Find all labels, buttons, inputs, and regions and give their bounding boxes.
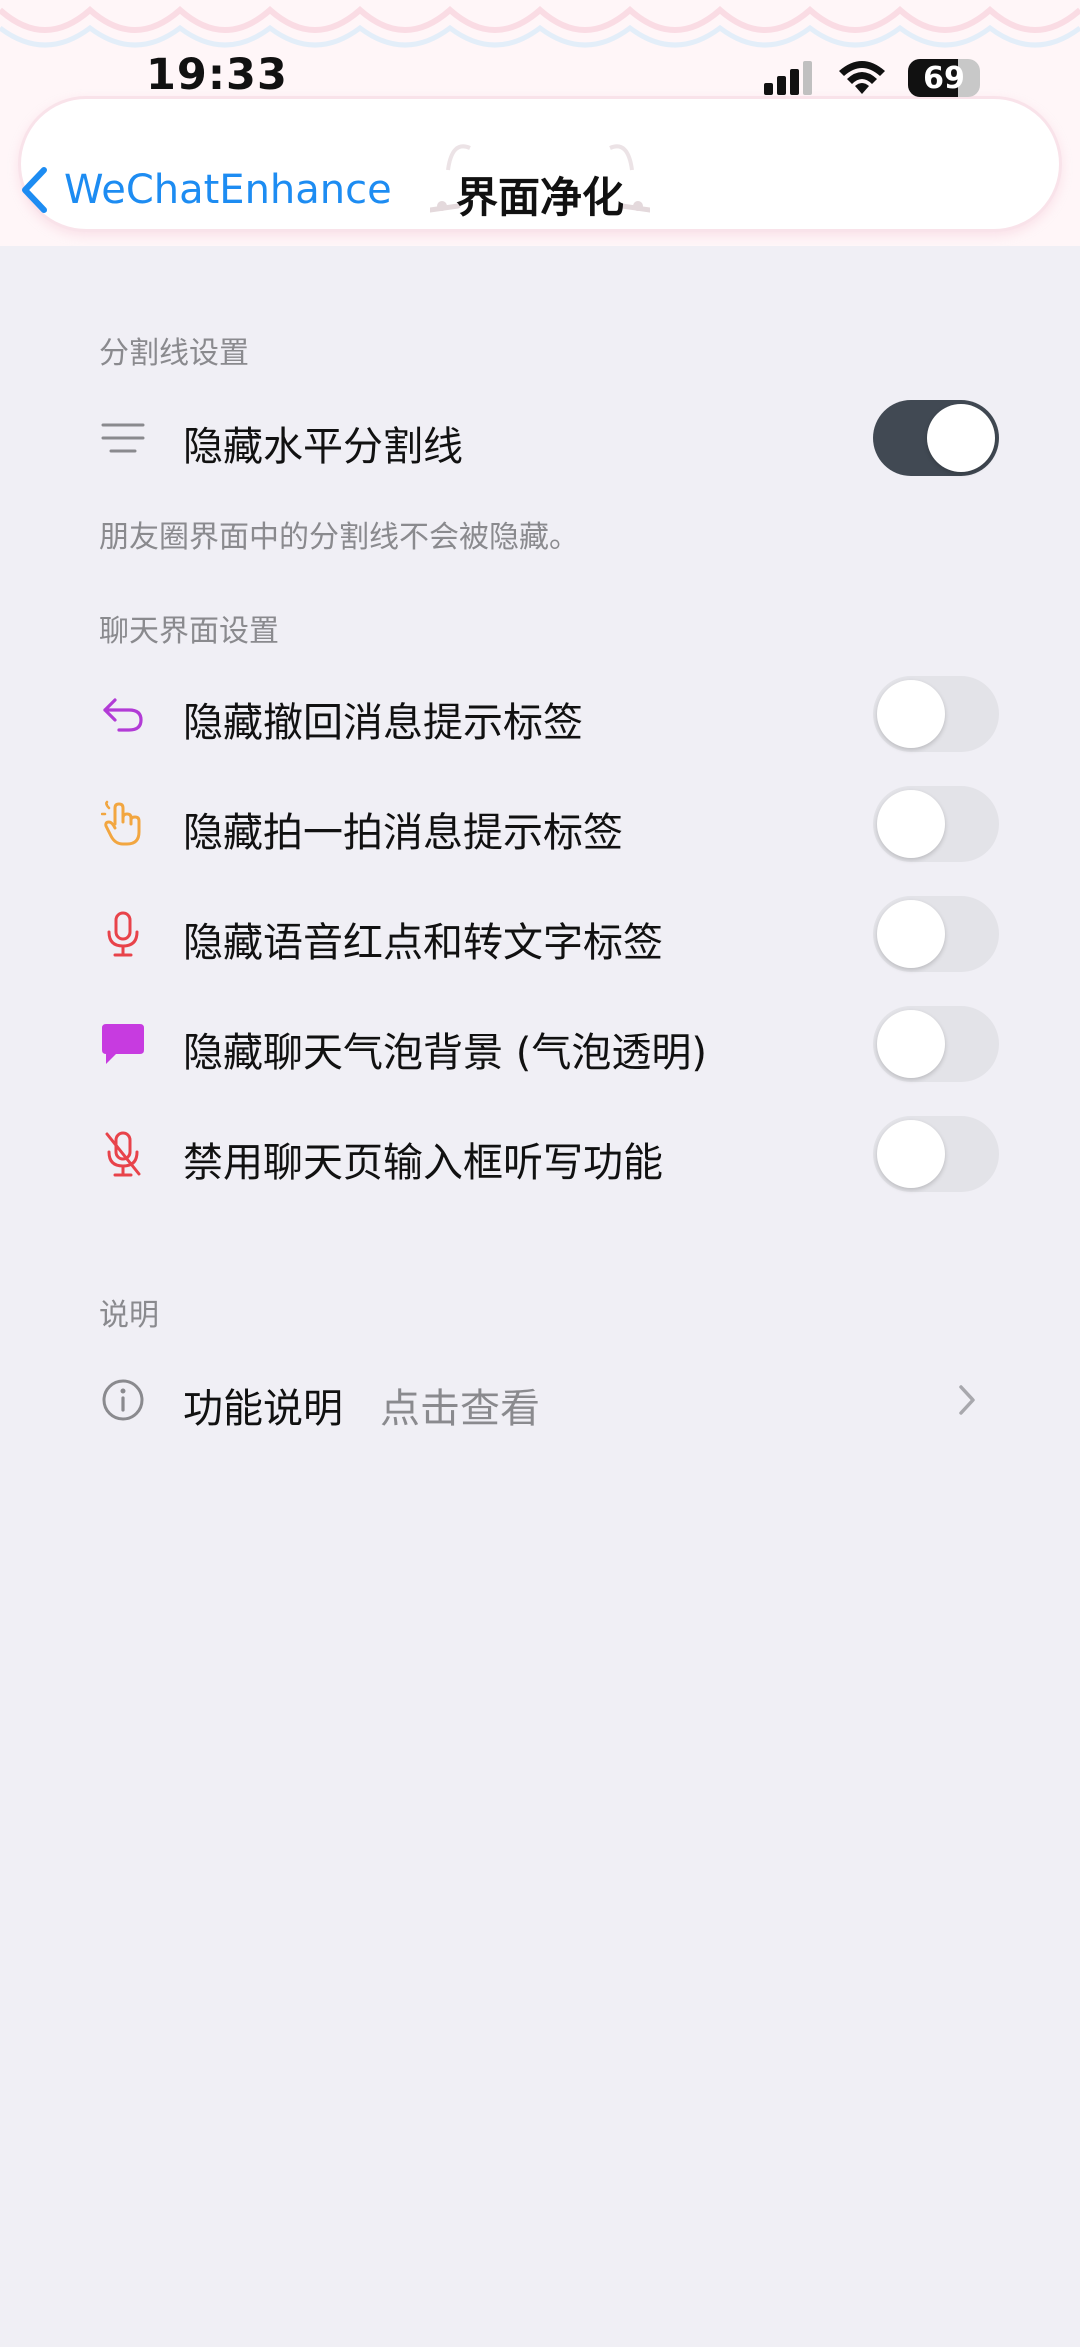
battery-percent: 69	[923, 60, 965, 96]
toggle-hide-bubble[interactable]	[873, 1006, 999, 1082]
setting-row-hide-pat: 隐藏拍一拍消息提示标签	[0, 774, 1080, 874]
setting-row-hide-bubble: 隐藏聊天气泡背景 (气泡透明)	[0, 994, 1080, 1094]
section-header-chat: 聊天界面设置	[99, 614, 279, 649]
setting-label: 隐藏拍一拍消息提示标签	[183, 810, 623, 856]
microphone-icon	[98, 909, 148, 959]
setting-label: 隐藏语音红点和转文字标签	[183, 920, 663, 966]
toggle-hide-voice-dot[interactable]	[873, 896, 999, 972]
wifi-icon	[839, 61, 885, 94]
toggle-knob	[927, 404, 995, 472]
section-header-divider: 分割线设置	[99, 336, 249, 371]
hand-tap-icon	[98, 799, 148, 849]
toggle-hide-recall[interactable]	[873, 676, 999, 752]
feature-description-value: 点击查看	[380, 1386, 540, 1432]
header-area: 19:33 69 WeChatEnhance 界面净化	[0, 0, 1080, 246]
chevron-right-icon	[959, 1385, 975, 1415]
toggle-hide-pat[interactable]	[873, 786, 999, 862]
toggle-knob	[877, 790, 945, 858]
toggle-knob	[877, 680, 945, 748]
setting-label: 隐藏水平分割线	[183, 424, 463, 470]
feature-description-row[interactable]: 功能说明 点击查看	[0, 1350, 1080, 1450]
lines-icon	[98, 413, 148, 463]
toggle-knob	[877, 1010, 945, 1078]
feature-description-label: 功能说明	[183, 1386, 343, 1432]
setting-row-hide-voice-dot: 隐藏语音红点和转文字标签	[0, 884, 1080, 984]
setting-row-hide-recall: 隐藏撤回消息提示标签	[0, 664, 1080, 764]
info-icon	[98, 1375, 148, 1425]
page-title: 界面净化	[455, 173, 624, 222]
cellular-signal-icon	[764, 61, 812, 95]
setting-label: 隐藏撤回消息提示标签	[183, 700, 583, 746]
toggle-knob	[877, 900, 945, 968]
chat-bubble-icon	[98, 1019, 148, 1069]
toggle-disable-dictation[interactable]	[873, 1116, 999, 1192]
toggle-hide-divider[interactable]	[873, 400, 999, 476]
battery-icon: 69	[908, 59, 980, 97]
toggle-knob	[877, 1120, 945, 1188]
microphone-off-icon	[98, 1129, 148, 1179]
status-time: 19:33	[146, 50, 288, 100]
section-note-divider: 朋友圈界面中的分割线不会被隐藏。	[99, 520, 579, 555]
setting-row-hide-divider: 隐藏水平分割线	[0, 388, 1080, 488]
status-icons: 69	[764, 58, 980, 98]
undo-arrow-icon	[98, 689, 148, 739]
section-header-about: 说明	[99, 1298, 159, 1333]
setting-row-disable-dictation: 禁用聊天页输入框听写功能	[0, 1104, 1080, 1204]
setting-label: 禁用聊天页输入框听写功能	[183, 1140, 663, 1186]
setting-label: 隐藏聊天气泡背景 (气泡透明)	[183, 1030, 707, 1076]
